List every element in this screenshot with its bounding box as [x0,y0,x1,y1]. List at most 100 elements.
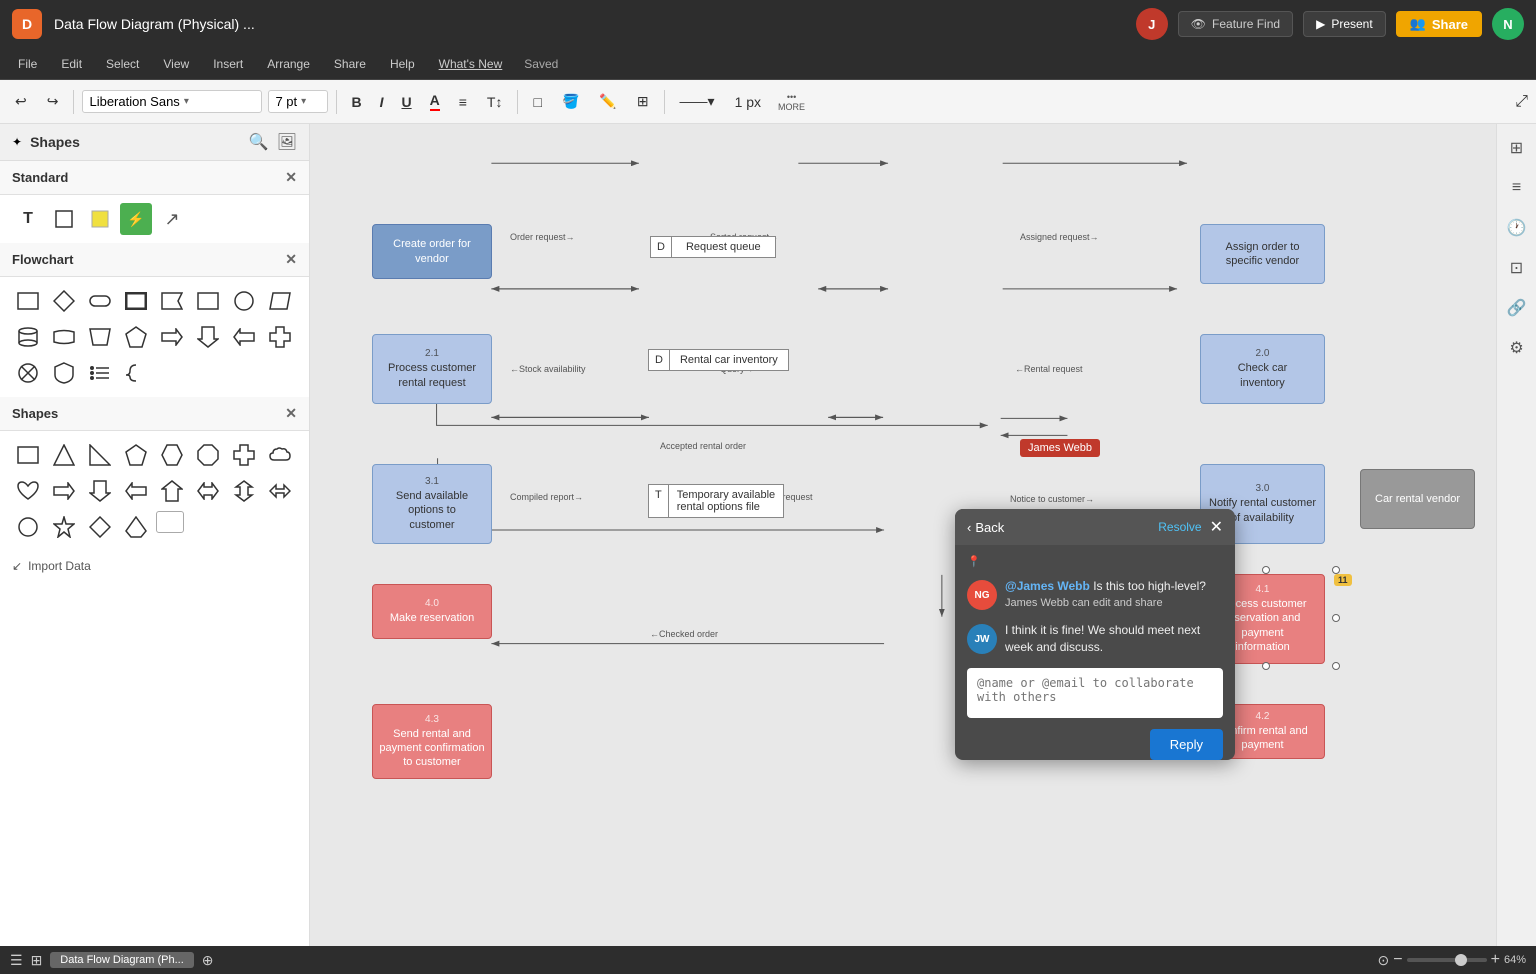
menu-help[interactable]: Help [380,53,425,75]
list-view-icon[interactable]: ☰ [10,952,23,969]
node-create-order[interactable]: Create order forvendor [372,224,492,279]
fc-bullet-list[interactable] [84,357,116,389]
lightning-shape[interactable]: ⚡ [120,203,152,235]
sh-cloud[interactable] [264,439,296,471]
sh-right-arrow[interactable] [48,475,80,507]
sh-vert-arrows[interactable] [228,475,260,507]
sh-up-arrow[interactable] [156,475,188,507]
sh-down-arrow2[interactable] [84,475,116,507]
right-panel-link-icon[interactable]: 🔗 [1501,292,1533,324]
fc-down-arrow[interactable] [192,321,224,353]
right-panel-clock-icon[interactable]: 🕐 [1501,212,1533,244]
node-21[interactable]: 2.1 Process customerrental request [372,334,492,404]
diagram-tab[interactable]: Data Flow Diagram (Ph... [50,952,193,968]
fc-rect[interactable] [12,285,44,317]
menu-arrange[interactable]: Arrange [257,53,320,75]
sh-cross2[interactable] [228,439,260,471]
fc-left-arrow[interactable] [228,321,260,353]
present-button[interactable]: ▶ Present [1303,11,1386,37]
close-comment-icon[interactable]: ✕ [1210,517,1223,537]
fc-rect2[interactable] [192,285,224,317]
font-size-select[interactable]: 7 pt ▾ [268,90,328,113]
shape-style-button[interactable]: □ [526,89,548,115]
font-color-button[interactable]: A [424,88,446,115]
grid-view-icon[interactable]: ⊞ [31,952,43,969]
node-43[interactable]: 4.3 Send rental andpayment confirmationt… [372,704,492,779]
fill-color-button[interactable]: 🪣 [555,88,586,115]
arrow-shape[interactable]: ↗ [156,203,188,235]
standard-close-icon[interactable]: ✕ [285,169,297,186]
rect-shape[interactable] [48,203,80,235]
sh-white-rect[interactable] [156,511,184,533]
fullscreen-button[interactable]: ⤢ [1515,93,1528,111]
sh-diamond2[interactable] [84,511,116,543]
standard-section-header[interactable]: Standard ✕ [0,161,309,195]
menu-whats-new[interactable]: What's New [429,53,513,75]
right-panel-search-icon[interactable]: ⊞ [1501,132,1533,164]
sh-pentagon[interactable] [120,439,152,471]
fc-arrow-right[interactable] [156,321,188,353]
edit-share-link[interactable]: edit and share [1093,597,1163,609]
yellow-rect-shape[interactable] [84,203,116,235]
sh-hexagon[interactable] [156,439,188,471]
import-data-button[interactable]: ↙ Import Data [0,551,309,581]
flowchart-section-header[interactable]: Flowchart ✕ [0,243,309,277]
menu-insert[interactable]: Insert [203,53,253,75]
right-panel-layers-icon[interactable]: ≡ [1501,172,1533,204]
sh-left-right-arrows[interactable] [264,475,296,507]
fc-trapezoid[interactable] [84,321,116,353]
bold-button[interactable]: B [345,90,367,114]
flowchart-close-icon[interactable]: ✕ [285,251,297,268]
back-button[interactable]: ‹ Back [967,520,1004,535]
node-assign-order[interactable]: Assign order tospecific vendor [1200,224,1325,284]
sh-star[interactable] [48,511,80,543]
zoom-plus-button[interactable]: + [1491,951,1500,969]
redo-button[interactable]: ↪ [40,88,66,115]
text-shape[interactable]: T [12,203,44,235]
shapes-close-icon[interactable]: ✕ [285,405,297,422]
canvas-area[interactable]: Order request→ Sorted request→ Assigned … [310,124,1496,946]
node-40[interactable]: 4.0 Make reservation [372,584,492,639]
sh-horiz-arrows[interactable] [192,475,224,507]
italic-button[interactable]: I [374,90,390,114]
user-avatar-n[interactable]: N [1492,8,1524,40]
share-button[interactable]: 👥 Share [1396,11,1482,37]
font-family-select[interactable]: Liberation Sans ▾ [82,90,262,113]
image-upload-icon[interactable]: 🖼 [277,132,297,152]
zoom-minus-button[interactable]: − [1393,951,1402,969]
sh-circle2[interactable] [12,511,44,543]
sh-right-triangle[interactable] [84,439,116,471]
node-31[interactable]: 3.1 Send availableoptions tocustomer [372,464,492,544]
fc-tape[interactable] [48,321,80,353]
comment-input[interactable] [967,668,1223,718]
fc-cross[interactable] [264,321,296,353]
node-20[interactable]: 2.0 Check carinventory [1200,334,1325,404]
more-button[interactable]: ••• MORE [774,90,809,114]
fc-circle[interactable] [228,285,260,317]
line-color-button[interactable]: ✏️ [592,88,623,115]
menu-view[interactable]: View [153,53,199,75]
search-shapes-icon[interactable]: 🔍 [249,132,269,152]
sh-pentagon2[interactable] [120,511,152,543]
user-avatar-j[interactable]: J [1136,8,1168,40]
add-tab-button[interactable]: ⊕ [202,952,214,969]
fc-xcircle[interactable] [12,357,44,389]
menu-select[interactable]: Select [96,53,149,75]
sh-heart[interactable] [12,475,44,507]
fc-thick-rect[interactable] [120,285,152,317]
fc-rounded-rect[interactable] [84,285,116,317]
menu-share[interactable]: Share [324,53,376,75]
sh-octagon[interactable] [192,439,224,471]
zoom-slider[interactable] [1407,958,1487,962]
line-width-button[interactable]: 1 px [728,89,768,115]
sh-left-arrow2[interactable] [120,475,152,507]
node-car-vendor[interactable]: Car rental vendor [1360,469,1475,529]
fc-pentagon[interactable] [120,321,152,353]
text-format-button[interactable]: T↕ [480,89,510,115]
fc-flag[interactable] [156,285,188,317]
line-style-button[interactable]: ——▾ [673,88,722,115]
shapes-section-header[interactable]: Shapes ✕ [0,397,309,431]
fc-cylinder[interactable] [12,321,44,353]
location-icon[interactable]: ⊙ [1378,952,1390,969]
right-panel-grid-icon[interactable]: ⊡ [1501,252,1533,284]
